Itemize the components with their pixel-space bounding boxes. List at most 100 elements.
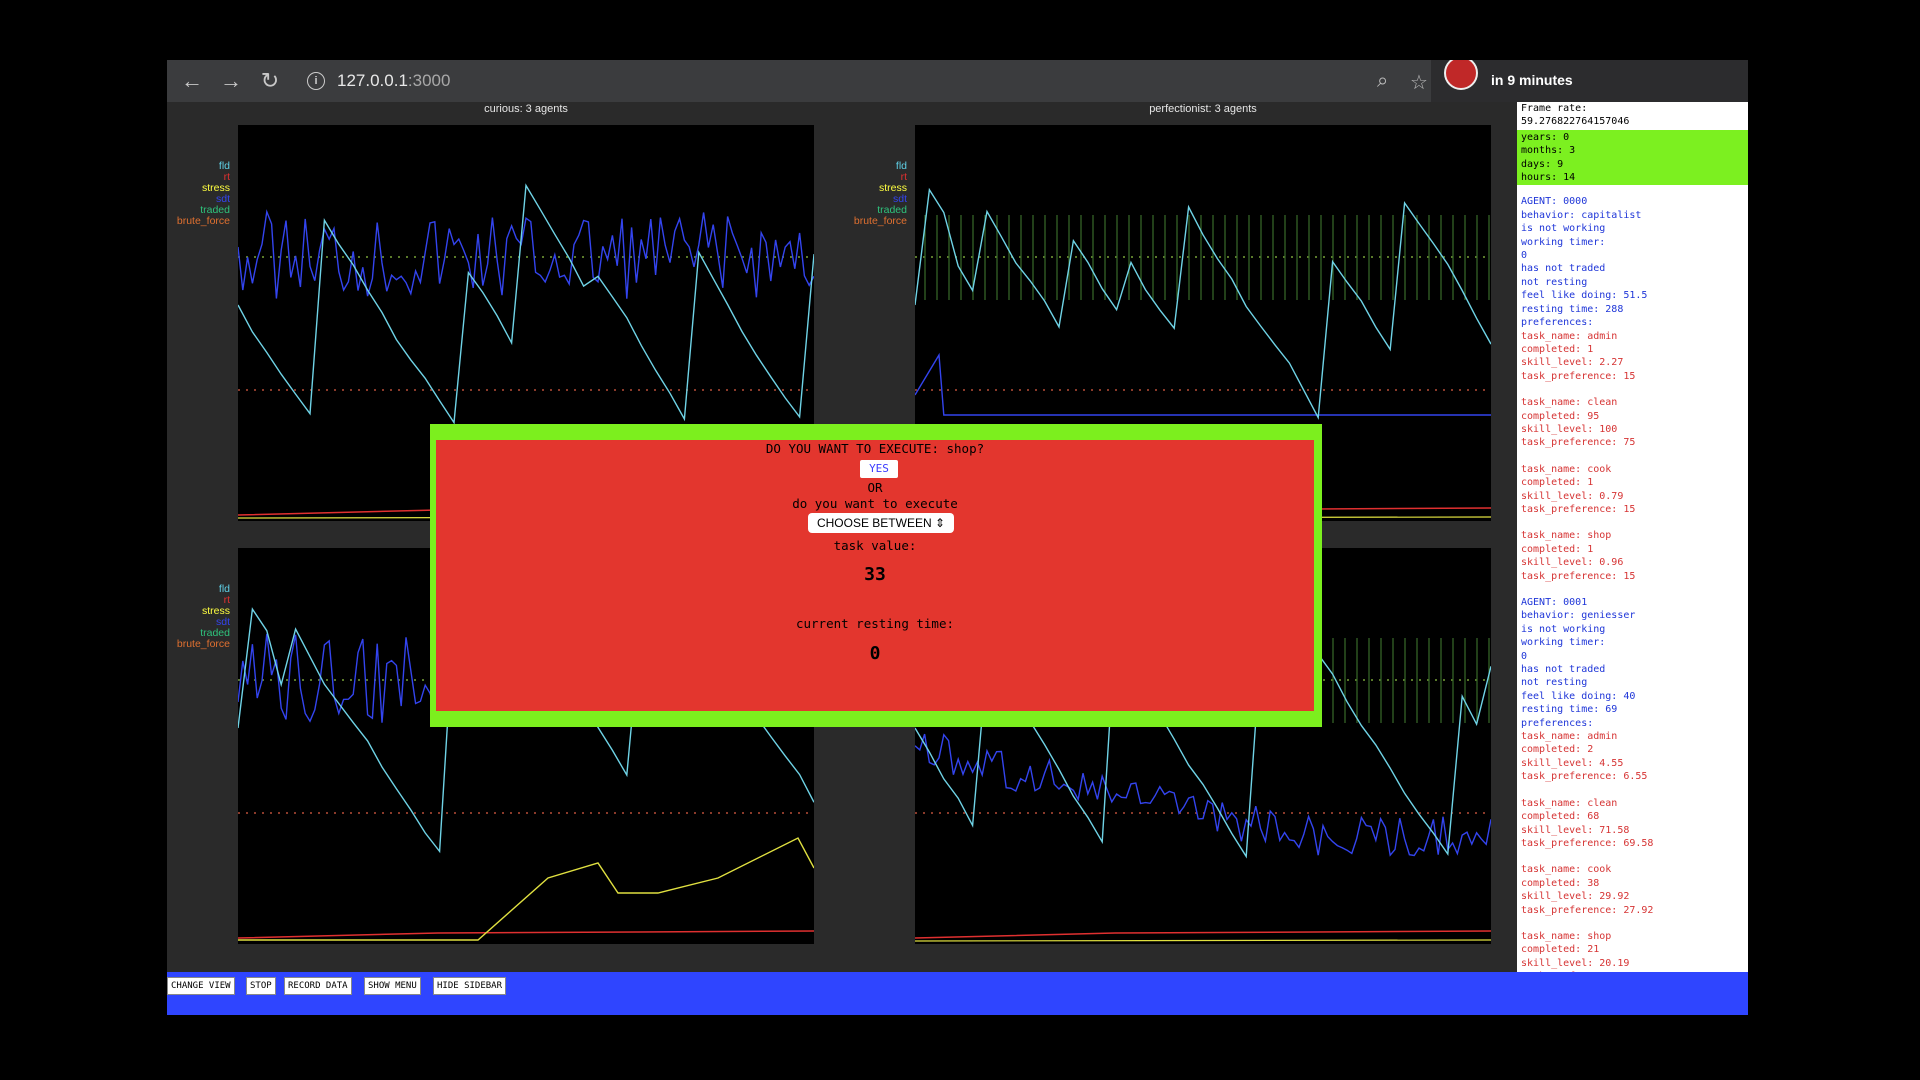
task-line: task_name: admin: [1521, 330, 1618, 342]
task-line: task_preference: 15: [1521, 570, 1636, 582]
show-menu-button[interactable]: SHOW MENU: [364, 977, 421, 995]
agent-info-line: has not traded: [1521, 664, 1606, 676]
task-line: skill_level: 2.27: [1521, 357, 1624, 369]
task-line: skill_level: 71.58: [1521, 824, 1630, 836]
task-line: completed: 2: [1521, 744, 1594, 756]
change-view-button[interactable]: CHANGE VIEW: [167, 977, 235, 995]
select-arrows-icon: ⇕: [934, 516, 946, 530]
task-line: skill_level: 0.96: [1521, 557, 1624, 569]
sdt-line: [915, 352, 1491, 416]
legend-item-fld: fld: [895, 160, 907, 172]
agent-info-line: resting time: 69: [1521, 704, 1618, 716]
task-preference-block: task_name: clean completed: 68 skill_level…: [1521, 797, 1744, 851]
time-hours: hours: 14: [1521, 172, 1576, 184]
task-line: completed: 95: [1521, 410, 1600, 422]
task-line: task_name: admin: [1521, 731, 1618, 743]
agent-info-line: feel like doing: 40: [1521, 690, 1636, 702]
agent-info-line: working timer:: [1521, 637, 1606, 649]
modal-alt-question: do you want to execute: [792, 496, 958, 511]
task-preference-block: task_name: admin completed: 1 skill_level:…: [1521, 330, 1744, 384]
notification-avatar-icon: [1444, 60, 1478, 90]
plot-legend: fld rt stress sdt traded brute_force: [177, 161, 230, 227]
agent-info-line: feel like doing: 51.5: [1521, 290, 1648, 302]
agent-sidebar[interactable]: Frame rate: 59.276822764157046 years: 0 …: [1517, 102, 1748, 982]
agent-info-line: working timer:: [1521, 236, 1606, 248]
hide-sidebar-button[interactable]: HIDE SIDEBAR: [433, 977, 507, 995]
frame-rate-label: Frame rate:: [1521, 103, 1588, 114]
task-select[interactable]: CHOOSE BETWEEN ⇕: [808, 513, 954, 533]
modal-question: DO YOU WANT TO EXECUTE: shop?: [765, 441, 985, 456]
legend-item-brute-force: brute_force: [853, 215, 907, 227]
legend-item-fld: fld: [218, 583, 230, 595]
notification-banner[interactable]: in 9 minutes: [1431, 60, 1748, 102]
reload-icon[interactable]: ↻: [257, 68, 283, 94]
frame-rate-value: 59.276822764157046: [1521, 116, 1630, 128]
agent-block: AGENT: 0001 behavior: geniesser is not wor…: [1517, 596, 1748, 982]
task-line: completed: 1: [1521, 343, 1594, 355]
agent-info-line: behavior: geniesser: [1521, 610, 1636, 622]
task-select-label: CHOOSE BETWEEN: [816, 516, 932, 530]
legend-item-brute-force: brute_force: [176, 215, 230, 227]
modal-or: OR: [867, 480, 883, 495]
task-value-label: task value:: [833, 538, 917, 553]
task-line: completed: 68: [1521, 811, 1600, 823]
sdt-line: [915, 733, 1491, 857]
task-preference-block: task_name: clean completed: 95 skill_level…: [1521, 396, 1744, 450]
record-data-button[interactable]: RECORD DATA: [284, 977, 352, 995]
plot-legend: fld rt stress sdt traded brute_force: [854, 161, 907, 227]
resting-time-label: current resting time:: [795, 616, 955, 631]
time-block: years: 0 months: 3 days: 9 hours: 14: [1517, 129, 1748, 186]
task-line: skill_level: 29.92: [1521, 891, 1630, 903]
task-value: 33: [864, 564, 886, 585]
task-line: task_name: cook: [1521, 864, 1612, 876]
task-line: completed: 38: [1521, 877, 1600, 889]
agent-info-line: 0: [1521, 650, 1528, 662]
task-preference-block: task_name: shop completed: 1 skill_level: …: [1521, 529, 1744, 583]
agent-info-line: AGENT: 0000: [1521, 196, 1588, 208]
back-arrow-icon[interactable]: ←: [179, 68, 205, 94]
yes-button[interactable]: YES: [860, 460, 898, 478]
agent-info-line: 0: [1521, 250, 1528, 262]
task-line: task_preference: 75: [1521, 437, 1636, 449]
agent-info-line: not resting: [1521, 677, 1588, 689]
agent-info-line: not resting: [1521, 276, 1588, 288]
agent-info-line: resting time: 288: [1521, 303, 1624, 315]
notification-text: in 9 minutes: [1491, 72, 1573, 88]
time-months: months: 3: [1521, 145, 1576, 157]
task-preference-block: task_name: cook completed: 1 skill_level: …: [1521, 463, 1744, 517]
task-line: task_preference: 6.55: [1521, 771, 1648, 783]
page-content: curious: 3 agents fld rt stress sdt traded br…: [167, 102, 1748, 1015]
task-line: task_preference: 15: [1521, 370, 1636, 382]
stop-button[interactable]: STOP: [246, 977, 276, 995]
url-host: 127.0.0.1: [337, 71, 408, 90]
agent-info: AGENT: 0001 behavior: geniesser is not wor…: [1521, 596, 1744, 730]
execute-task-modal: DO YOU WANT TO EXECUTE: shop? YES OR do …: [430, 424, 1322, 727]
task-line: task_name: cook: [1521, 463, 1612, 475]
task-line: task_name: clean: [1521, 397, 1618, 409]
task-line: task_name: shop: [1521, 530, 1612, 542]
stress-line: [238, 837, 814, 941]
legend-item-fld: fld: [218, 160, 230, 172]
agent-info-line: is not working: [1521, 223, 1606, 235]
task-line: completed: 1: [1521, 477, 1594, 489]
plot-title: perfectionist: 3 agents: [1149, 103, 1257, 115]
task-line: task_name: shop: [1521, 930, 1612, 942]
agent-list: AGENT: 0000 behavior: capitalist is not wo…: [1517, 195, 1748, 982]
task-preference-block: task_name: admin completed: 2 skill_level:…: [1521, 730, 1744, 784]
bookmark-star-icon[interactable]: ☆: [1410, 70, 1428, 95]
forward-arrow-icon[interactable]: →: [218, 68, 244, 94]
info-icon[interactable]: i: [307, 72, 325, 90]
agent-block: AGENT: 0000 behavior: capitalist is not wo…: [1517, 195, 1748, 583]
agent-info-line: has not traded: [1521, 263, 1606, 275]
agent-info-line: is not working: [1521, 623, 1606, 635]
task-line: skill_level: 100: [1521, 423, 1618, 435]
task-line: task_preference: 15: [1521, 503, 1636, 515]
time-days: days: 9: [1521, 158, 1564, 170]
task-line: task_preference: 69.58: [1521, 837, 1654, 849]
modal-panel: DO YOU WANT TO EXECUTE: shop? YES OR do …: [436, 440, 1314, 711]
browser-toolbar: ← → ↻ i 127.0.0.1:3000 ⌕ ☆ in 9 minutes: [167, 60, 1748, 102]
task-line: task_preference: 27.92: [1521, 904, 1654, 916]
address-bar[interactable]: 127.0.0.1:3000: [337, 69, 450, 93]
time-years: years: 0: [1521, 131, 1570, 143]
zoom-icon[interactable]: ⌕: [1377, 70, 1388, 93]
